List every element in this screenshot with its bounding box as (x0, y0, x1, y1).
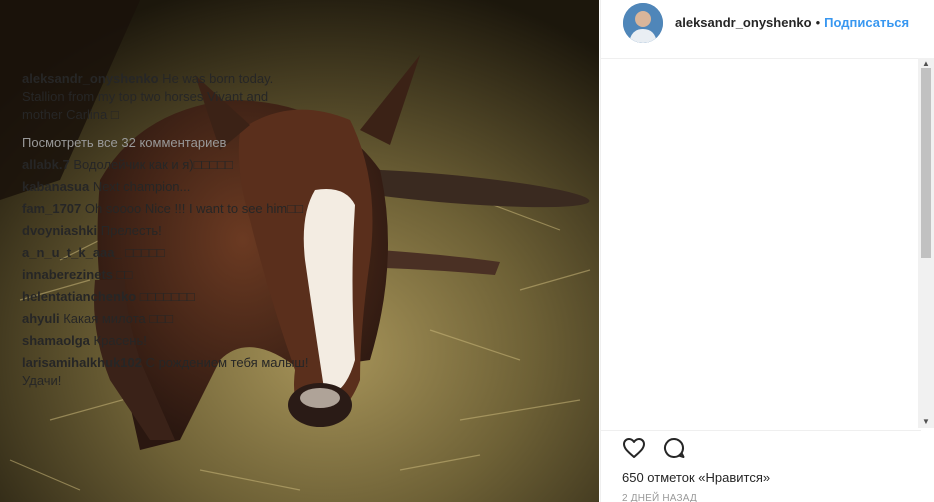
comment-text: Водолейчик как и я)□□□□□ (69, 157, 233, 172)
comment-item: ahyuli Какая милота □□□ (22, 310, 310, 328)
comment-text: □□□□□□□ (136, 289, 195, 304)
post-header: aleksandr_onyshenko • Подписаться (601, 0, 934, 45)
heart-icon[interactable] (622, 436, 646, 460)
comment-text: □□□□□ (121, 245, 165, 260)
comment-item: dvoyniashki Прелесть! (22, 222, 310, 240)
comment-item: larisamihalkhuk102 С рождением тебя малы… (22, 354, 310, 390)
comment-username[interactable]: kabanasua (22, 179, 89, 194)
follow-button[interactable]: Подписаться (824, 15, 909, 30)
comment-username[interactable]: fam_1707 (22, 201, 81, 216)
comment-text: Какая милота □□□ (59, 311, 173, 326)
separator-dot: • (815, 15, 821, 30)
scroll-down-icon[interactable]: ▼ (922, 418, 930, 426)
comment-item: a_n_u_t_k_aaa_ □□□□□ (22, 244, 310, 262)
comment-username[interactable]: larisamihalkhuk102 (22, 355, 142, 370)
post-caption: aleksandr_onyshenko He was born today. S… (22, 70, 310, 124)
comment-icon[interactable] (662, 436, 686, 460)
post-actions (622, 436, 686, 460)
comment-username[interactable]: a_n_u_t_k_aaa_ (22, 245, 122, 260)
comment-item: shamaolga Красень! (22, 332, 310, 350)
comment-item: helentatianchenko □□□□□□□ (22, 288, 310, 306)
caption-username[interactable]: aleksandr_onyshenko (22, 71, 159, 86)
header-divider (601, 58, 921, 59)
header-username[interactable]: aleksandr_onyshenko (675, 15, 812, 30)
comment-text: Красень! (89, 333, 147, 348)
comment-text: Next champion... (89, 179, 191, 194)
comments-divider (601, 430, 921, 431)
comment-item: allabk.7 Водолейчик как и я)□□□□□ (22, 156, 310, 174)
avatar-image (623, 2, 663, 43)
post-sidebar: aleksandr_onyshenko • Подписаться (600, 0, 934, 502)
comment-text: Прелесть! (97, 223, 162, 238)
comment-username[interactable]: shamaolga (22, 333, 90, 348)
scrollbar-thumb[interactable] (921, 68, 931, 258)
comments-scrollbar[interactable]: ▲ ▼ (918, 58, 934, 428)
comment-username[interactable]: ahyuli (22, 311, 60, 326)
view-all-comments-link[interactable]: Посмотреть все 32 комментариев (22, 134, 310, 152)
comment-item: fam_1707 Oh soooo Nice !!! I want to see… (22, 200, 310, 218)
comment-item: innaberezinets □□ (22, 266, 310, 284)
comment-text: □□ (113, 267, 133, 282)
post-timestamp[interactable]: 2 дней назад (622, 493, 697, 502)
comment-username[interactable]: allabk.7 (22, 157, 70, 172)
comment-username[interactable]: dvoyniashki (22, 223, 97, 238)
comments-list: aleksandr_onyshenko He was born today. S… (22, 70, 310, 428)
comment-username[interactable]: innaberezinets (22, 267, 113, 282)
likes-count[interactable]: 650 отметок «Нравится» (622, 470, 770, 485)
comment-username[interactable]: helentatianchenko (22, 289, 136, 304)
avatar[interactable] (623, 2, 663, 43)
comment-text: Oh soooo Nice !!! I want to see him□□ (81, 201, 303, 216)
comment-item: kabanasua Next champion... (22, 178, 310, 196)
scroll-up-icon[interactable]: ▲ (922, 60, 930, 68)
